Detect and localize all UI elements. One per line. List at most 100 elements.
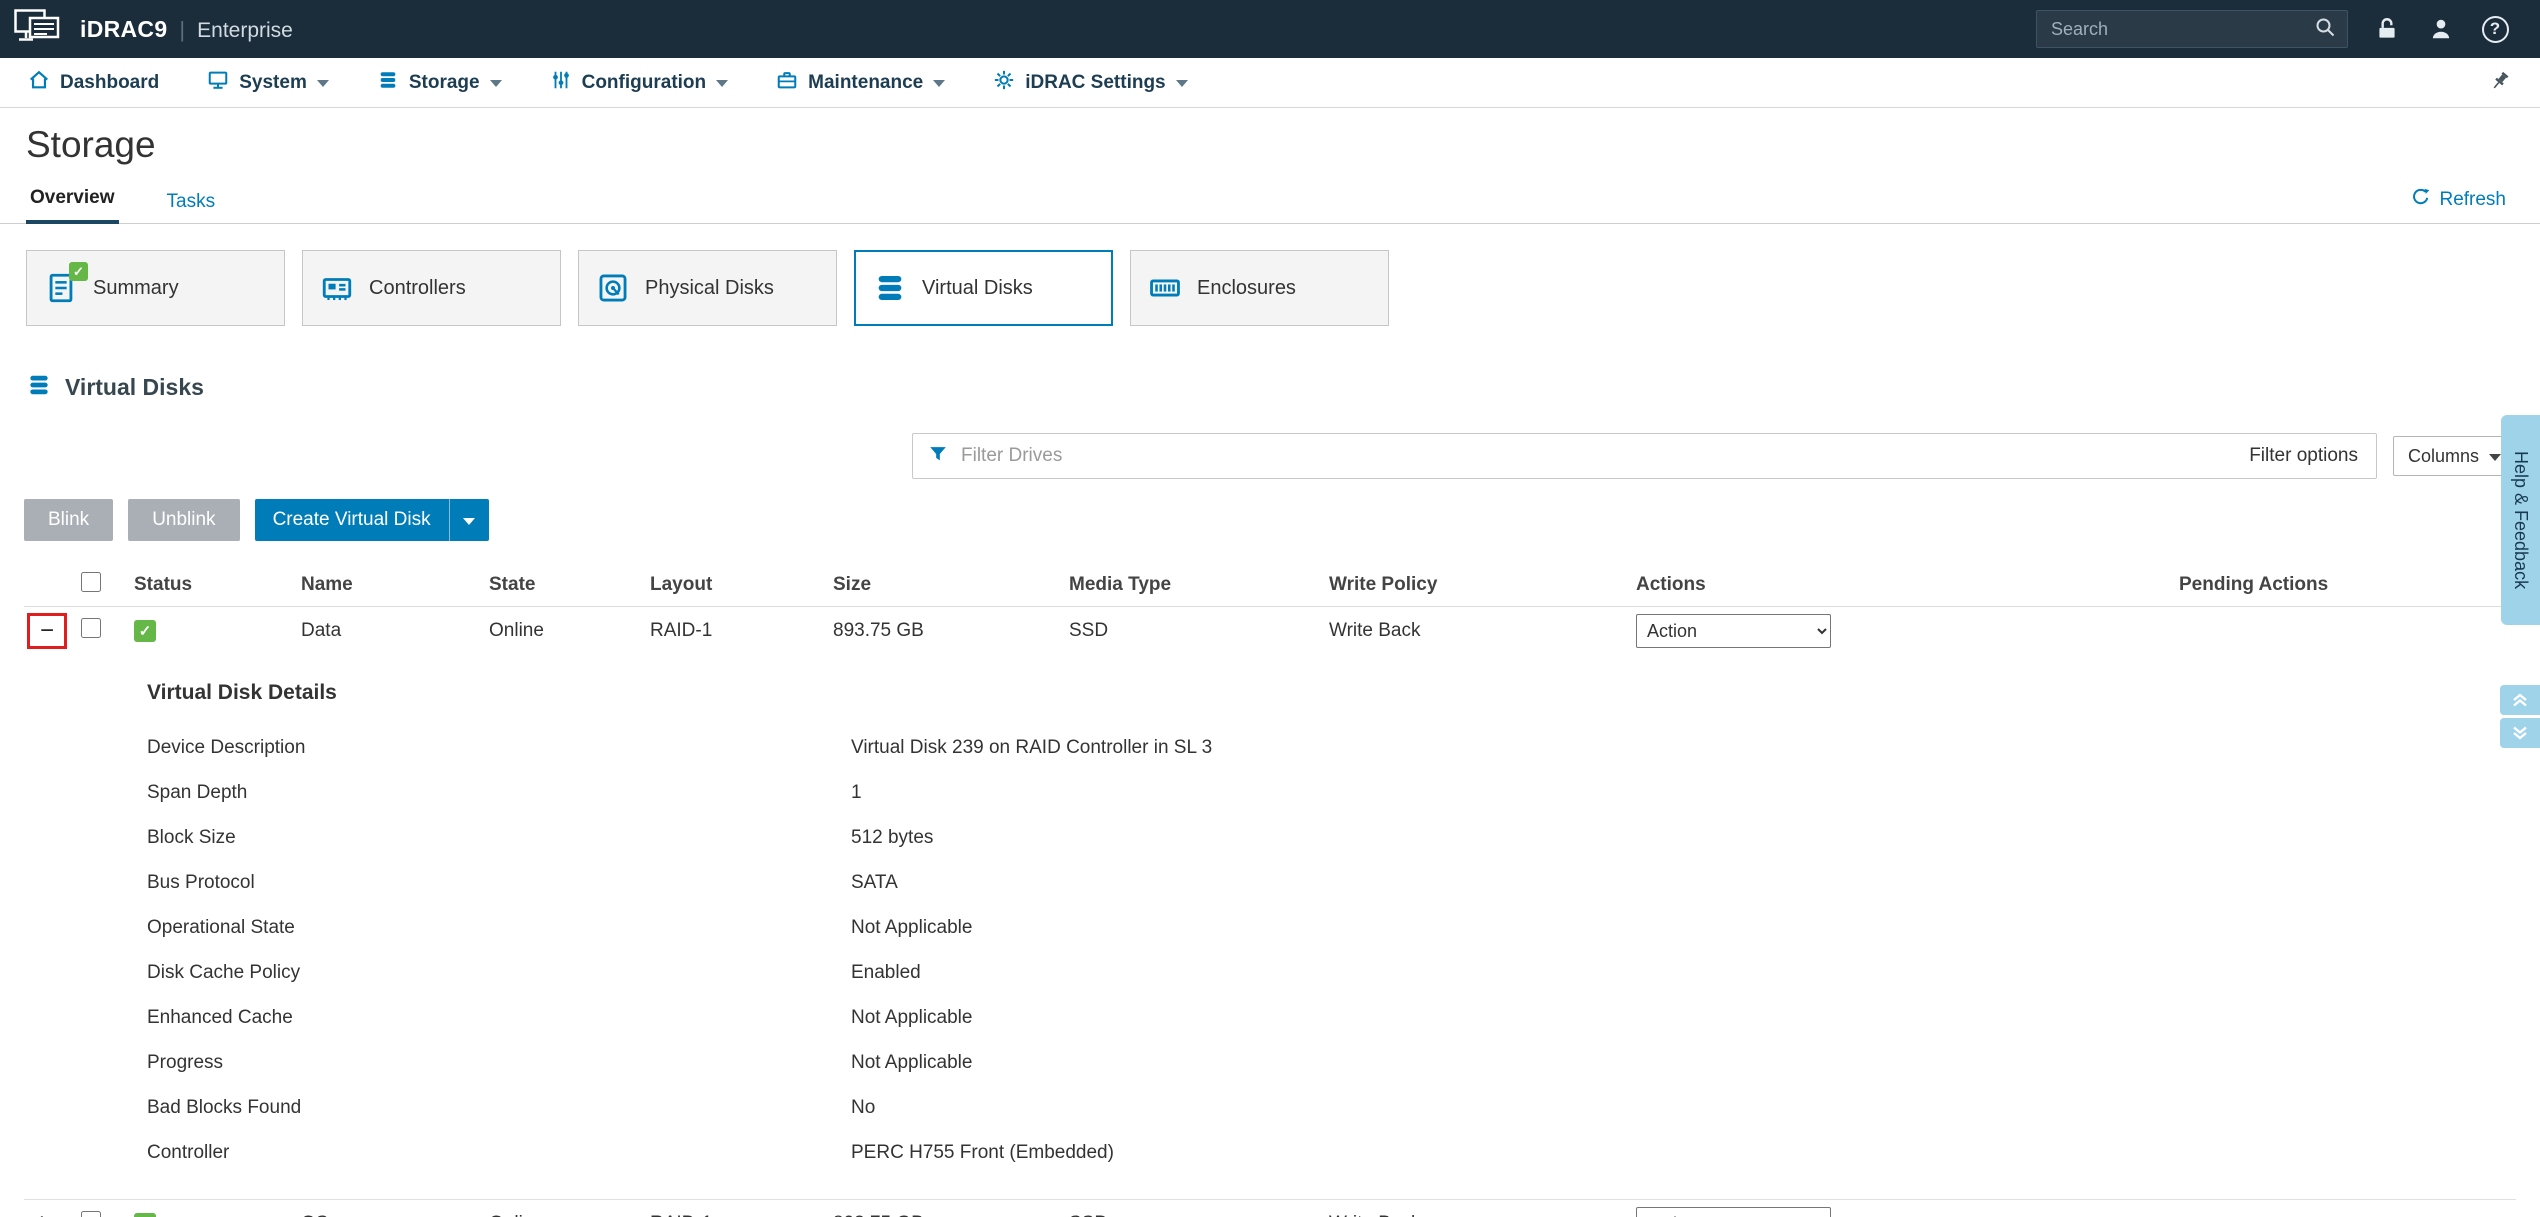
chevron-down-icon [2489,453,2501,461]
detail-label: Operational State [147,916,295,938]
detail-row: Disk Cache Policy Enabled [147,950,2516,995]
enclosures-icon [1148,271,1182,305]
chevron-down-icon [716,80,729,87]
detail-label: Disk Cache Policy [147,961,301,983]
card-summary[interactable]: ✓ Summary [26,250,285,326]
virtual-disk-details: Virtual Disk Details Device Description … [24,655,2516,1200]
nav-item-system[interactable]: System [207,69,329,97]
storage-cards: ✓ Summary Controllers Physical Disks Vir… [0,224,2540,326]
physical-disks-icon [596,271,630,305]
status-ok-icon: ✓ [134,1212,156,1217]
col-header-name: Name [301,573,353,595]
detail-value: 512 bytes [851,826,934,848]
global-search [2036,10,2348,48]
section-header: Virtual Disks [0,326,2540,403]
scroll-down-button[interactable] [2500,718,2540,748]
card-label: Summary [93,276,179,299]
detail-value: No [851,1096,876,1118]
vd-size: 893.75 GB [833,620,924,641]
refresh-label: Refresh [2439,189,2506,210]
summary-icon: ✓ [44,262,88,305]
col-header-state: State [489,573,536,595]
vd-media-type: SSD [1069,620,1109,641]
row-checkbox[interactable] [81,618,101,638]
main-nav: Dashboard System Storage Configuration M… [0,58,2540,108]
row-checkbox[interactable] [81,1210,101,1217]
col-header-layout: Layout [650,573,713,595]
virtual-disks-table: Status Name State Layout Size Media Type… [0,541,2540,1217]
scroll-up-button[interactable] [2500,685,2540,715]
columns-button[interactable]: Columns [2392,436,2516,476]
detail-label: Progress [147,1051,224,1073]
details-title: Virtual Disk Details [147,681,337,704]
chevron-down-icon [1175,80,1188,87]
filter-drives-input[interactable] [961,445,2238,467]
detail-row: Enhanced Cache Not Applicable [147,995,2516,1040]
collapse-row-button[interactable]: − [40,619,54,643]
split-caret[interactable] [448,499,489,541]
col-header-write-policy: Write Policy [1329,573,1438,595]
nav-label: iDRAC Settings [1025,71,1166,93]
storage-icon [377,69,399,97]
card-label: Virtual Disks [922,276,1033,299]
home-icon [28,69,50,97]
filter-icon [927,443,949,470]
detail-row: Span Depth 1 [147,770,2516,815]
help-feedback-tab[interactable]: Help & Feedback [2501,415,2540,625]
card-physical-disks[interactable]: Physical Disks [578,250,837,326]
annotation-highlight: − [27,613,67,649]
tab-tasks[interactable]: Tasks [163,191,220,224]
refresh-button[interactable]: Refresh [2411,187,2506,223]
filter-options-link[interactable]: Filter options [2249,445,2358,467]
section-title: Virtual Disks [65,374,204,400]
gear-icon [993,69,1015,97]
unblink-button[interactable]: Unblink [128,499,240,541]
brand: iDRAC9 | Enterprise [80,16,293,43]
nav-item-configuration[interactable]: Configuration [550,69,729,97]
table-row: − ✓ Data Online RAID-1 893.75 GB SSD Wri… [24,607,2516,655]
detail-label: Device Description [147,736,306,758]
action-select[interactable]: Action [1636,614,1831,648]
detail-row: Bad Blocks Found No [147,1085,2516,1130]
expand-row-button[interactable]: + [34,1209,50,1217]
select-all-checkbox[interactable] [81,571,101,592]
card-controllers[interactable]: Controllers [302,250,561,326]
vd-name: Data [301,620,342,641]
user-icon[interactable] [2426,14,2456,44]
help-icon[interactable]: ? [2480,14,2510,44]
detail-label: Enhanced Cache [147,1006,293,1028]
nav-item-storage[interactable]: Storage [377,69,502,97]
detail-label: Controller [147,1141,230,1163]
vd-write-policy: Write Back [1329,620,1421,641]
action-select[interactable]: Action [1636,1206,1831,1217]
vd-write-policy: Write Back [1309,1213,1616,1217]
create-virtual-disk-button[interactable]: Create Virtual Disk [254,499,489,541]
pin-icon[interactable] [2488,69,2512,96]
card-label: Enclosures [1197,276,1296,299]
card-virtual-disks[interactable]: Virtual Disks [854,250,1113,326]
product-name: iDRAC9 [80,15,168,42]
detail-row: Controller PERC H755 Front (Embedded) [147,1130,2516,1175]
edition-label: Enterprise [197,18,293,42]
card-enclosures[interactable]: Enclosures [1130,250,1389,326]
nav-label: Storage [408,71,480,93]
chevron-down-icon [933,80,946,87]
create-label: Create Virtual Disk [272,509,431,530]
filter-box: Filter options [912,433,2377,479]
nav-item-dashboard[interactable]: Dashboard [28,69,159,97]
virtual-disks-icon [873,271,907,305]
vd-layout: RAID-1 [650,620,713,641]
lock-icon[interactable] [2372,14,2402,44]
vd-media-type: SSD [1049,1213,1309,1217]
nav-item-idrac-settings[interactable]: iDRAC Settings [993,69,1188,97]
detail-label: Bus Protocol [147,871,255,893]
search-icon[interactable] [2313,15,2337,44]
blink-button[interactable]: Blink [24,499,114,541]
card-label: Controllers [369,276,466,299]
detail-row: Progress Not Applicable [147,1040,2516,1085]
tab-overview[interactable]: Overview [26,187,119,224]
search-input[interactable] [2051,18,2313,40]
scroll-controls [2500,685,2540,748]
chevron-down-icon [463,517,476,525]
nav-item-maintenance[interactable]: Maintenance [776,69,946,97]
